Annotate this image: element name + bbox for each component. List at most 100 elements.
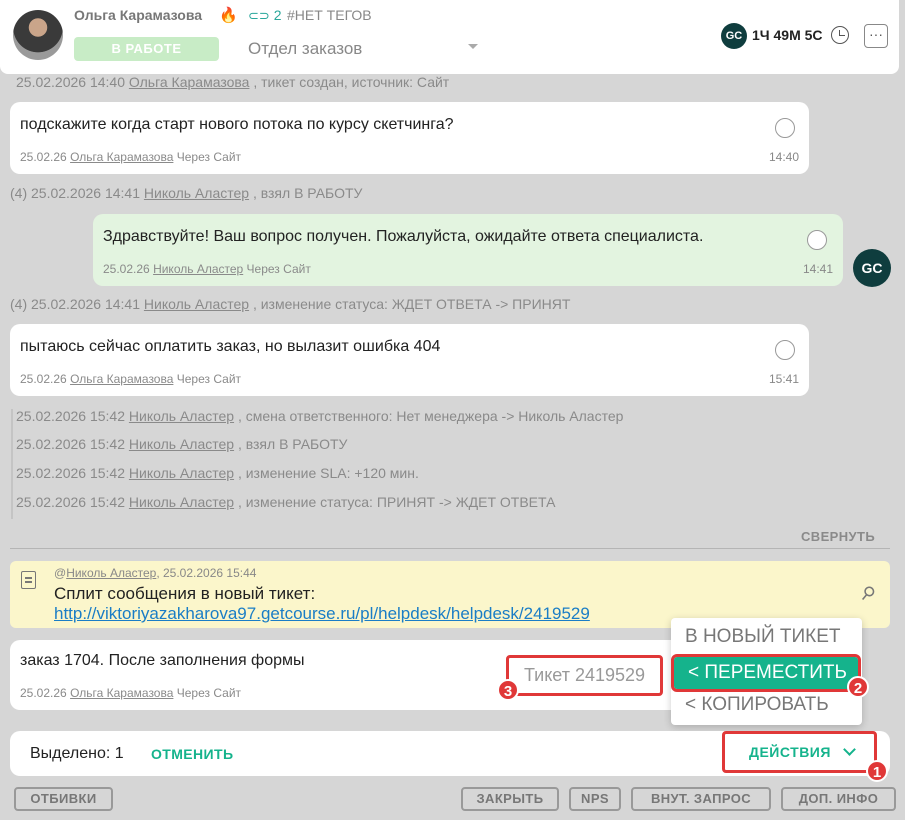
log-user-link[interactable]: Николь Аластер [129,494,234,510]
message-meta: 25.02.26 Ольга Карамазова Через Сайт [20,150,241,164]
message-author[interactable]: Николь Аластер [153,262,243,276]
log-user-link[interactable]: Николь Аластер [129,408,234,424]
extra-info-button[interactable]: ДОП. ИНФО [781,787,896,811]
chevron-down-icon[interactable] [468,44,478,49]
message-date: 25.02.26 [20,372,67,386]
cancel-selection-button[interactable]: ОТМЕНИТЬ [151,746,233,762]
message-text: Здравствуйте! Ваш вопрос получен. Пожалу… [103,228,704,245]
clipboard-icon [21,571,36,589]
log-date: (4) 25.02.2026 14:41 [10,185,140,201]
message-time: 14:41 [802,262,833,276]
message-author[interactable]: Ольга Карамазова [70,686,173,700]
log-group-divider [11,409,13,519]
message-text: пытаюсь сейчас оплатить заказ, но вылази… [20,338,441,355]
message-source: Через Сайт [176,150,242,164]
message-source: Через Сайт [246,262,311,276]
message-source: Через Сайт [176,686,242,700]
note-meta: @Николь Аластер, 25.02.2026 15:44 [54,566,256,580]
actions-button[interactable]: ДЕЙСТВИЯ [722,731,877,773]
collapse-button[interactable]: СВЕРНУТЬ [801,529,875,544]
log-text: , взял В РАБОТУ [252,185,363,201]
replies-button[interactable]: ОТБИВКИ [14,787,113,811]
divider [10,548,890,549]
department-select[interactable]: Отдел заказов [248,39,362,59]
step-badge-2: 2 [847,676,869,698]
target-ticket-input[interactable]: Тикет 2419529 [506,655,663,696]
nps-button[interactable]: NPS [569,787,621,811]
sla-timer: 1Ч 49М 5С [752,27,823,43]
log-user-link[interactable]: Николь Аластер [144,296,249,312]
step-badge-1: 1 [866,760,888,782]
select-message-checkbox[interactable] [775,118,795,138]
staff-avatar: GC [853,249,891,287]
message-text: подскажите когда старт нового потока по … [20,116,454,133]
menu-item-move[interactable]: < ПЕРЕМЕСТИТЬ [671,654,861,692]
log-user-link[interactable]: Николь Аластер [144,185,249,201]
menu-item-copy[interactable]: < КОПИРОВАТЬ [671,694,862,716]
log-entry: 25.02.2026 15:42 Николь Аластер , смена … [16,408,623,424]
log-date: 25.02.2026 15:42 [16,494,125,510]
message-text: заказ 1704. После заполнения формы [20,652,305,669]
log-entry: 25.02.2026 15:42 Николь Аластер , измене… [16,494,555,510]
ticket-header: Ольга Карамазова 🔥 ⊂⊃ 2 #НЕТ ТЕГОВ В РАБ… [0,0,899,74]
staff-message[interactable]: Здравствуйте! Ваш вопрос получен. Пожалу… [93,214,843,286]
log-entry: (4) 25.02.2026 14:41 Николь Аластер , из… [10,296,570,312]
client-name[interactable]: Ольга Карамазова [74,7,202,23]
message-author[interactable]: Ольга Карамазова [70,372,173,386]
message-date: 25.02.26 [20,686,67,700]
message-date: 25.02.26 [20,150,67,164]
more-menu-button[interactable]: ··· [864,24,888,48]
log-text: , изменение SLA: +120 мин. [237,465,419,481]
fire-icon: 🔥 [219,7,238,24]
log-entry: 25.02.2026 15:42 Николь Аластер , взял В… [16,436,347,452]
log-user-link[interactable]: Ольга Карамазова [129,74,250,90]
select-message-checkbox[interactable] [775,340,795,360]
menu-item-new-ticket[interactable]: В НОВЫЙ ТИКЕТ [671,626,862,648]
mention-prefix: @ [54,566,67,580]
message-time: 15:41 [768,372,799,386]
log-entry: 25.02.2026 14:40 Ольга Карамазова , тике… [16,74,449,90]
log-text: , смена ответственного: Нет менеджера ->… [237,408,624,424]
new-ticket-link[interactable]: http://viktoriyazakharova97.getcourse.ru… [54,604,590,624]
client-avatar[interactable] [13,10,63,60]
log-user-link[interactable]: Николь Аластер [129,465,234,481]
message-date: 25.02.26 [103,262,150,276]
log-date: 25.02.2026 15:42 [16,465,125,481]
message-source: Через Сайт [176,372,242,386]
selected-count: Выделено: 1 [30,745,124,762]
note-title: Сплит сообщения в новый тикет: [54,584,316,603]
log-text: , изменение статуса: ЖДЕТ ОТВЕТА -> ПРИН… [252,296,571,312]
message-author[interactable]: Ольга Карамазова [70,150,173,164]
log-user-link[interactable]: Николь Аластер [129,436,234,452]
tags-label[interactable]: #НЕТ ТЕГОВ [287,7,372,23]
internal-request-button[interactable]: ВНУТ. ЗАПРОС [631,787,771,811]
note-date: , 25.02.2026 15:44 [156,566,257,580]
log-date: (4) 25.02.2026 14:41 [10,296,140,312]
log-text: , изменение статуса: ПРИНЯТ -> ЖДЕТ ОТВЕ… [237,494,556,510]
log-entry: (4) 25.02.2026 14:41 Николь Аластер , вз… [10,185,362,201]
status-badge[interactable]: В РАБОТЕ [74,37,219,61]
select-message-checkbox[interactable] [807,230,827,250]
client-message[interactable]: пытаюсь сейчас оплатить заказ, но вылази… [10,324,809,396]
log-date: 25.02.2026 15:42 [16,408,125,424]
linked-count: 2 [273,7,282,23]
log-date: 25.02.2026 15:42 [16,436,125,452]
step-badge-3: 3 [497,679,519,701]
message-meta: 25.02.26 Николь Аластер Через Сайт [103,262,311,276]
link-icon: ⊂⊃ [248,8,270,23]
gc-logo-icon: GC [721,23,747,49]
close-ticket-button[interactable]: ЗАКРЫТЬ [461,787,559,811]
log-entry: 25.02.2026 15:42 Николь Аластер , измене… [16,465,419,481]
message-time: 14:40 [768,150,799,164]
client-message[interactable]: подскажите когда старт нового потока по … [10,102,809,174]
message-meta: 25.02.26 Ольга Карамазова Через Сайт [20,686,241,700]
actions-dropdown: В НОВЫЙ ТИКЕТ < ПЕРЕМЕСТИТЬ < КОПИРОВАТЬ [671,618,862,725]
log-text: , взял В РАБОТУ [237,436,348,452]
linked-tickets[interactable]: ⊂⊃ 2 [248,7,281,24]
clock-icon [831,26,849,44]
message-meta: 25.02.26 Ольга Карамазова Через Сайт [20,372,241,386]
pin-icon[interactable]: ⚲ [856,581,879,606]
note-author[interactable]: Николь Аластер [66,566,156,580]
actions-label: ДЕЙСТВИЯ [749,744,831,760]
chevron-down-icon [843,743,856,756]
